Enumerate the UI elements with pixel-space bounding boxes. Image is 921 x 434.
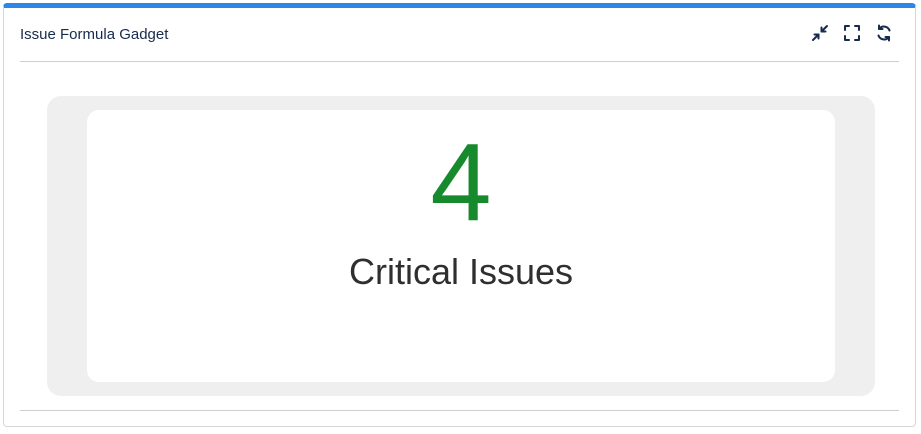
fullscreen-button[interactable]	[843, 24, 861, 42]
gadget-header: Issue Formula Gadget	[20, 8, 899, 62]
metric-container: 4 Critical Issues	[47, 96, 875, 396]
metric-value: 4	[430, 121, 492, 244]
fullscreen-icon	[844, 25, 860, 41]
metric-label: Critical Issues	[348, 251, 574, 292]
gadget-actions	[811, 24, 893, 42]
footer-divider	[20, 410, 899, 411]
gadget-title: Issue Formula Gadget	[20, 26, 169, 43]
minimize-button[interactable]	[811, 24, 829, 42]
metric-card: 4 Critical Issues	[87, 110, 835, 382]
refresh-button[interactable]	[875, 24, 893, 42]
refresh-icon	[877, 24, 891, 42]
gadget-panel: Issue Formula Gadget 4 Critical Issues	[3, 3, 916, 427]
collapse-arrows-icon	[812, 25, 828, 41]
